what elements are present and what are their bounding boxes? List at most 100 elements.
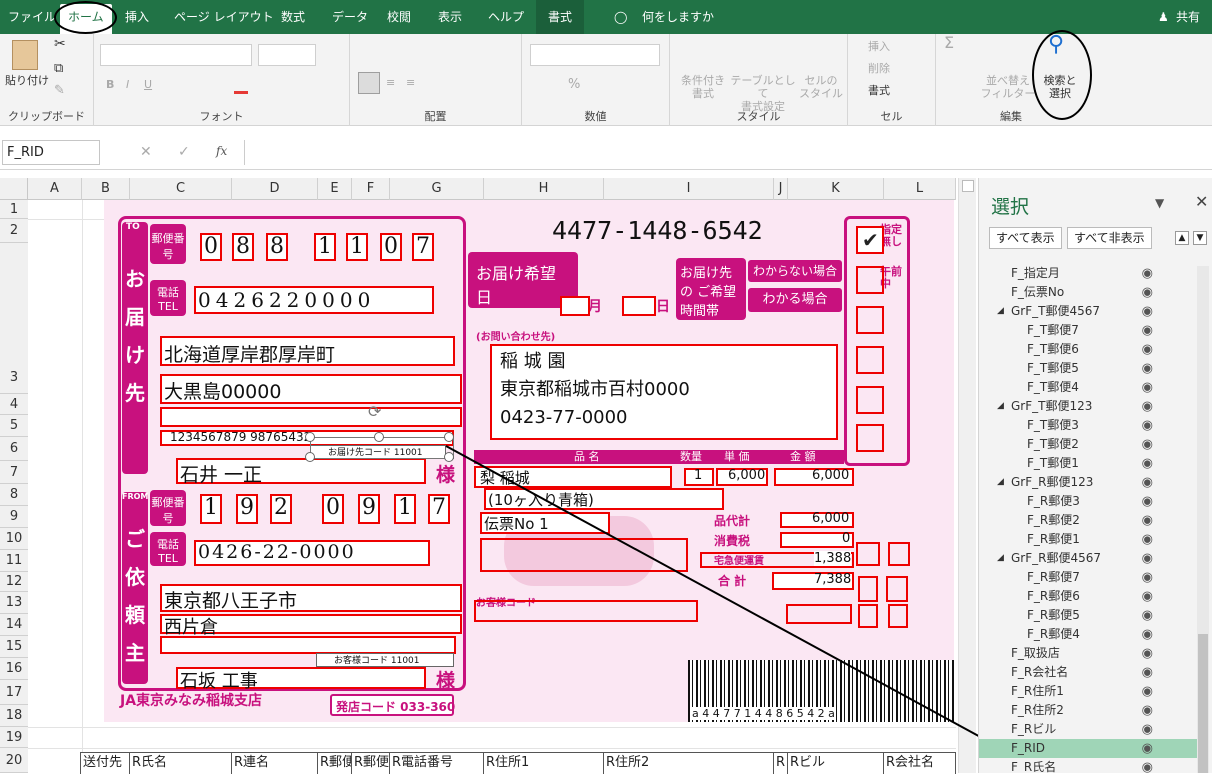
visibility-eye-icon[interactable]: ◉ xyxy=(1142,606,1153,625)
pane-item-label: F_T郵便4 xyxy=(1027,380,1079,394)
table-header-row: 送付先 R氏名 R連名 R郵便 R郵便 R電話番号 R住所1 R住所2 R Rビ… xyxy=(80,752,956,774)
visibility-eye-icon[interactable]: ◉ xyxy=(1142,416,1153,435)
pane-item[interactable]: F_指定月 ◉ xyxy=(979,264,1197,283)
visibility-eye-icon[interactable]: ◉ xyxy=(1142,321,1153,340)
pane-item[interactable]: F_R郵便7 ◉ xyxy=(979,568,1197,587)
visibility-eye-icon[interactable]: ◉ xyxy=(1142,701,1153,720)
pane-item[interactable]: F_T郵便4 ◉ xyxy=(979,378,1197,397)
table-cell[interactable]: R郵便 xyxy=(352,753,390,774)
visibility-eye-icon[interactable]: ◉ xyxy=(1142,340,1153,359)
table-cell[interactable]: Rビル xyxy=(788,753,884,774)
visibility-eye-icon[interactable]: ◉ xyxy=(1142,549,1153,568)
pane-item[interactable]: F_Rビル ◉ xyxy=(979,720,1197,739)
visibility-eye-icon[interactable]: ◉ xyxy=(1142,682,1153,701)
pane-item[interactable]: F_RID ◉ xyxy=(979,739,1197,758)
visibility-eye-icon[interactable]: ◉ xyxy=(1142,587,1153,606)
pane-group-item[interactable]: ◢ GrF_T郵便123 ◉ xyxy=(979,397,1197,416)
pane-item-label: F_R郵便1 xyxy=(1027,532,1080,546)
visibility-eye-icon[interactable]: ◉ xyxy=(1142,264,1153,283)
send-backward-icon[interactable]: ▼ xyxy=(1193,231,1207,245)
visibility-eye-icon[interactable]: ◉ xyxy=(1142,739,1153,758)
visibility-eye-icon[interactable]: ◉ xyxy=(1142,511,1153,530)
visibility-eye-icon[interactable]: ◉ xyxy=(1142,283,1153,302)
pane-item-label: GrF_R郵便4567 xyxy=(1011,551,1102,565)
pane-item-label: F_指定月 xyxy=(1011,266,1060,280)
pane-item[interactable]: F_伝票No ◉ xyxy=(979,283,1197,302)
pane-item[interactable]: F_取扱店 ◉ xyxy=(979,644,1197,663)
pane-item[interactable]: F_R氏名 ◉ xyxy=(979,758,1197,773)
pane-item-label: F_R氏名 xyxy=(1011,760,1057,773)
pane-scrollbar[interactable] xyxy=(1197,266,1209,773)
annotation-line xyxy=(445,445,1009,753)
pane-item[interactable]: F_R郵便6 ◉ xyxy=(979,587,1197,606)
collapse-triangle-icon[interactable]: ◢ xyxy=(997,473,1004,492)
visibility-eye-icon[interactable]: ◉ xyxy=(1142,663,1153,682)
visibility-eye-icon[interactable]: ◉ xyxy=(1142,644,1153,663)
visibility-eye-icon[interactable]: ◉ xyxy=(1142,302,1153,321)
visibility-eye-icon[interactable]: ◉ xyxy=(1142,568,1153,587)
collapse-triangle-icon[interactable]: ◢ xyxy=(997,397,1004,416)
pane-item[interactable]: F_R会社名 ◉ xyxy=(979,663,1197,682)
pane-group-item[interactable]: ◢ GrF_R郵便123 ◉ xyxy=(979,473,1197,492)
visibility-eye-icon[interactable]: ◉ xyxy=(1142,454,1153,473)
pane-item[interactable]: F_T郵便5 ◉ xyxy=(979,359,1197,378)
visibility-eye-icon[interactable]: ◉ xyxy=(1142,625,1153,644)
table-cell[interactable]: R住所2 xyxy=(604,753,774,774)
show-all-button[interactable]: すべて表示 xyxy=(989,227,1062,249)
pane-item-label: F_T郵便5 xyxy=(1027,361,1079,375)
visibility-eye-icon[interactable]: ◉ xyxy=(1142,397,1153,416)
pane-item[interactable]: F_R郵便1 ◉ xyxy=(979,530,1197,549)
visibility-eye-icon[interactable]: ◉ xyxy=(1142,378,1153,397)
pane-item[interactable]: F_T郵便1 ◉ xyxy=(979,454,1197,473)
collapse-triangle-icon[interactable]: ◢ xyxy=(997,549,1004,568)
pane-title: 選択 xyxy=(991,196,1030,218)
pane-item-label: F_T郵便6 xyxy=(1027,342,1079,356)
pane-item[interactable]: F_T郵便6 ◉ xyxy=(979,340,1197,359)
pane-item-label: GrF_R郵便123 xyxy=(1011,475,1094,489)
close-icon[interactable]: ✕ xyxy=(1195,192,1208,211)
pane-item-label: F_RID xyxy=(1011,741,1046,755)
visibility-eye-icon[interactable]: ◉ xyxy=(1142,492,1153,511)
pane-item-label: F_R郵便3 xyxy=(1027,494,1080,508)
pane-group-item[interactable]: ◢ GrF_R郵便4567 ◉ xyxy=(979,549,1197,568)
pane-item[interactable]: F_R郵便2 ◉ xyxy=(979,511,1197,530)
pane-item[interactable]: F_T郵便7 ◉ xyxy=(979,321,1197,340)
pane-item-label: F_T郵便7 xyxy=(1027,323,1079,337)
pane-item-label: F_伝票No xyxy=(1011,285,1065,299)
pane-scroll-thumb[interactable] xyxy=(1198,634,1208,773)
pane-item-label: F_T郵便2 xyxy=(1027,437,1079,451)
pane-item[interactable]: F_R住所1 ◉ xyxy=(979,682,1197,701)
collapse-triangle-icon[interactable]: ◢ xyxy=(997,302,1004,321)
hide-all-button[interactable]: すべて非表示 xyxy=(1067,227,1152,249)
chevron-down-icon[interactable]: ▼ xyxy=(1155,196,1164,210)
pane-item[interactable]: F_R住所2 ◉ xyxy=(979,701,1197,720)
table-cell[interactable]: R xyxy=(774,753,788,774)
table-cell[interactable]: R電話番号 xyxy=(390,753,484,774)
pane-item-label: F_取扱店 xyxy=(1011,646,1060,660)
pane-item-label: F_R郵便4 xyxy=(1027,627,1080,641)
table-cell[interactable]: R住所1 xyxy=(484,753,604,774)
visibility-eye-icon[interactable]: ◉ xyxy=(1142,359,1153,378)
bring-forward-icon[interactable]: ▲ xyxy=(1175,231,1189,245)
table-cell[interactable]: R氏名 xyxy=(130,753,232,774)
pane-item-label: F_R郵便7 xyxy=(1027,570,1080,584)
table-cell[interactable]: R郵便 xyxy=(318,753,352,774)
visibility-eye-icon[interactable]: ◉ xyxy=(1142,720,1153,739)
pane-item-label: F_R住所2 xyxy=(1011,703,1064,717)
visibility-eye-icon[interactable]: ◉ xyxy=(1142,758,1153,773)
pane-item[interactable]: F_R郵便4 ◉ xyxy=(979,625,1197,644)
pane-item-label: F_R郵便6 xyxy=(1027,589,1080,603)
pane-item-label: GrF_T郵便123 xyxy=(1011,399,1093,413)
pane-item[interactable]: F_R郵便3 ◉ xyxy=(979,492,1197,511)
visibility-eye-icon[interactable]: ◉ xyxy=(1142,435,1153,454)
pane-item-label: GrF_T郵便4567 xyxy=(1011,304,1101,318)
visibility-eye-icon[interactable]: ◉ xyxy=(1142,530,1153,549)
pane-item[interactable]: F_R郵便5 ◉ xyxy=(979,606,1197,625)
visibility-eye-icon[interactable]: ◉ xyxy=(1142,473,1153,492)
table-cell[interactable]: R会社名 xyxy=(884,753,956,774)
pane-item[interactable]: F_T郵便3 ◉ xyxy=(979,416,1197,435)
table-cell[interactable]: 送付先 xyxy=(80,753,130,774)
pane-item[interactable]: F_T郵便2 ◉ xyxy=(979,435,1197,454)
pane-group-item[interactable]: ◢ GrF_T郵便4567 ◉ xyxy=(979,302,1197,321)
table-cell[interactable]: R連名 xyxy=(232,753,318,774)
